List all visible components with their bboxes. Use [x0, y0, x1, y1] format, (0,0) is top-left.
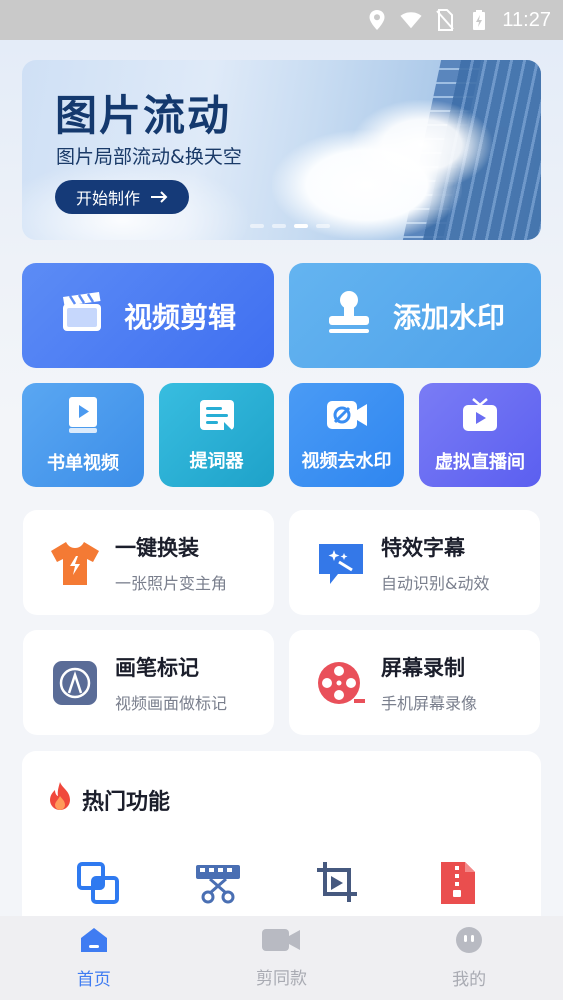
banner-subtitle: 图片局部流动&换天空 [56, 146, 242, 168]
film-reel-icon [315, 657, 367, 709]
home-icon [79, 926, 109, 959]
stamp-icon [325, 289, 373, 342]
carousel-dot-active [294, 224, 308, 228]
battery-icon [468, 9, 490, 31]
nav-profile-label: 我的 [452, 970, 487, 990]
hot-features-section: 热门功能 [22, 751, 541, 941]
profile-icon [455, 926, 483, 959]
video-edit-button[interactable]: 视频剪辑 [22, 263, 274, 368]
nav-home[interactable]: 首页 [34, 926, 154, 990]
hot-features-header: 热门功能 [46, 781, 170, 819]
tshirt-icon [49, 537, 101, 589]
video-edit-label: 视频剪辑 [123, 300, 236, 334]
crop-icon[interactable] [314, 859, 362, 907]
effect-subtitle-title: 特效字幕 [381, 535, 465, 560]
carousel-dot [272, 224, 286, 228]
outfit-change-card[interactable]: 一键换装 一张照片变主角 [23, 510, 274, 615]
banner-title: 图片流动 [55, 91, 232, 140]
zip-file-icon[interactable] [434, 859, 482, 907]
bottom-nav: 首页 剪同款 我的 [0, 916, 563, 1000]
start-making-button[interactable]: 开始制作 [55, 180, 189, 214]
hot-features-title: 热门功能 [82, 790, 171, 815]
brush-icon [49, 657, 101, 709]
effect-subtitle-subtitle: 自动识别&动效 [381, 573, 490, 593]
remove-watermark-icon [325, 398, 369, 437]
remove-watermark-button[interactable]: 视频去水印 [289, 383, 404, 487]
status-bar: 11:27 [0, 0, 563, 40]
teleprompter-button[interactable]: 提词器 [159, 383, 274, 487]
carousel-dot [316, 224, 330, 228]
virtual-live-label: 虚拟直播间 [435, 451, 525, 473]
brush-mark-subtitle: 视频画面做标记 [115, 693, 228, 713]
virtual-live-button[interactable]: 虚拟直播间 [419, 383, 541, 487]
add-watermark-label: 添加水印 [392, 300, 505, 334]
book-video-icon [66, 396, 100, 439]
brush-mark-card[interactable]: 画笔标记 视频画面做标记 [23, 630, 274, 735]
screen-record-title: 屏幕录制 [381, 655, 465, 680]
location-icon [366, 9, 388, 31]
start-making-label: 开始制作 [75, 189, 140, 208]
nav-template[interactable]: 剪同款 [221, 927, 341, 989]
wifi-icon [400, 9, 422, 31]
arrow-right-icon [150, 188, 168, 207]
nav-profile[interactable]: 我的 [409, 926, 529, 990]
book-video-label: 书单视频 [47, 452, 119, 474]
teleprompter-icon [198, 398, 236, 437]
tv-icon [461, 397, 499, 438]
promo-banner[interactable]: 图片流动 图片局部流动&换天空 开始制作 [22, 60, 541, 240]
outfit-change-subtitle: 一张照片变主角 [115, 573, 228, 593]
clapperboard-icon [60, 290, 104, 341]
nav-template-label: 剪同款 [255, 969, 307, 989]
video-cut-icon[interactable] [194, 859, 242, 907]
fire-icon [46, 781, 74, 819]
overlay-icon[interactable] [74, 859, 122, 907]
hot-features-grid [74, 859, 482, 907]
teleprompter-label: 提词器 [189, 450, 244, 472]
brush-mark-title: 画笔标记 [115, 655, 199, 680]
screen-record-card[interactable]: 屏幕录制 手机屏幕录像 [289, 630, 540, 735]
camera-icon [261, 927, 301, 958]
effect-subtitle-card[interactable]: 特效字幕 自动识别&动效 [289, 510, 540, 615]
remove-watermark-label: 视频去水印 [301, 450, 392, 472]
no-sim-icon [434, 9, 456, 31]
nav-home-label: 首页 [76, 970, 111, 990]
add-watermark-button[interactable]: 添加水印 [289, 263, 541, 368]
clock: 11:27 [502, 8, 551, 31]
book-video-button[interactable]: 书单视频 [22, 383, 144, 487]
carousel-indicator [250, 224, 330, 228]
screen-record-subtitle: 手机屏幕录像 [381, 693, 478, 713]
outfit-change-title: 一键换装 [115, 535, 199, 560]
carousel-dot [250, 224, 264, 228]
magic-subtitle-icon [315, 537, 367, 589]
